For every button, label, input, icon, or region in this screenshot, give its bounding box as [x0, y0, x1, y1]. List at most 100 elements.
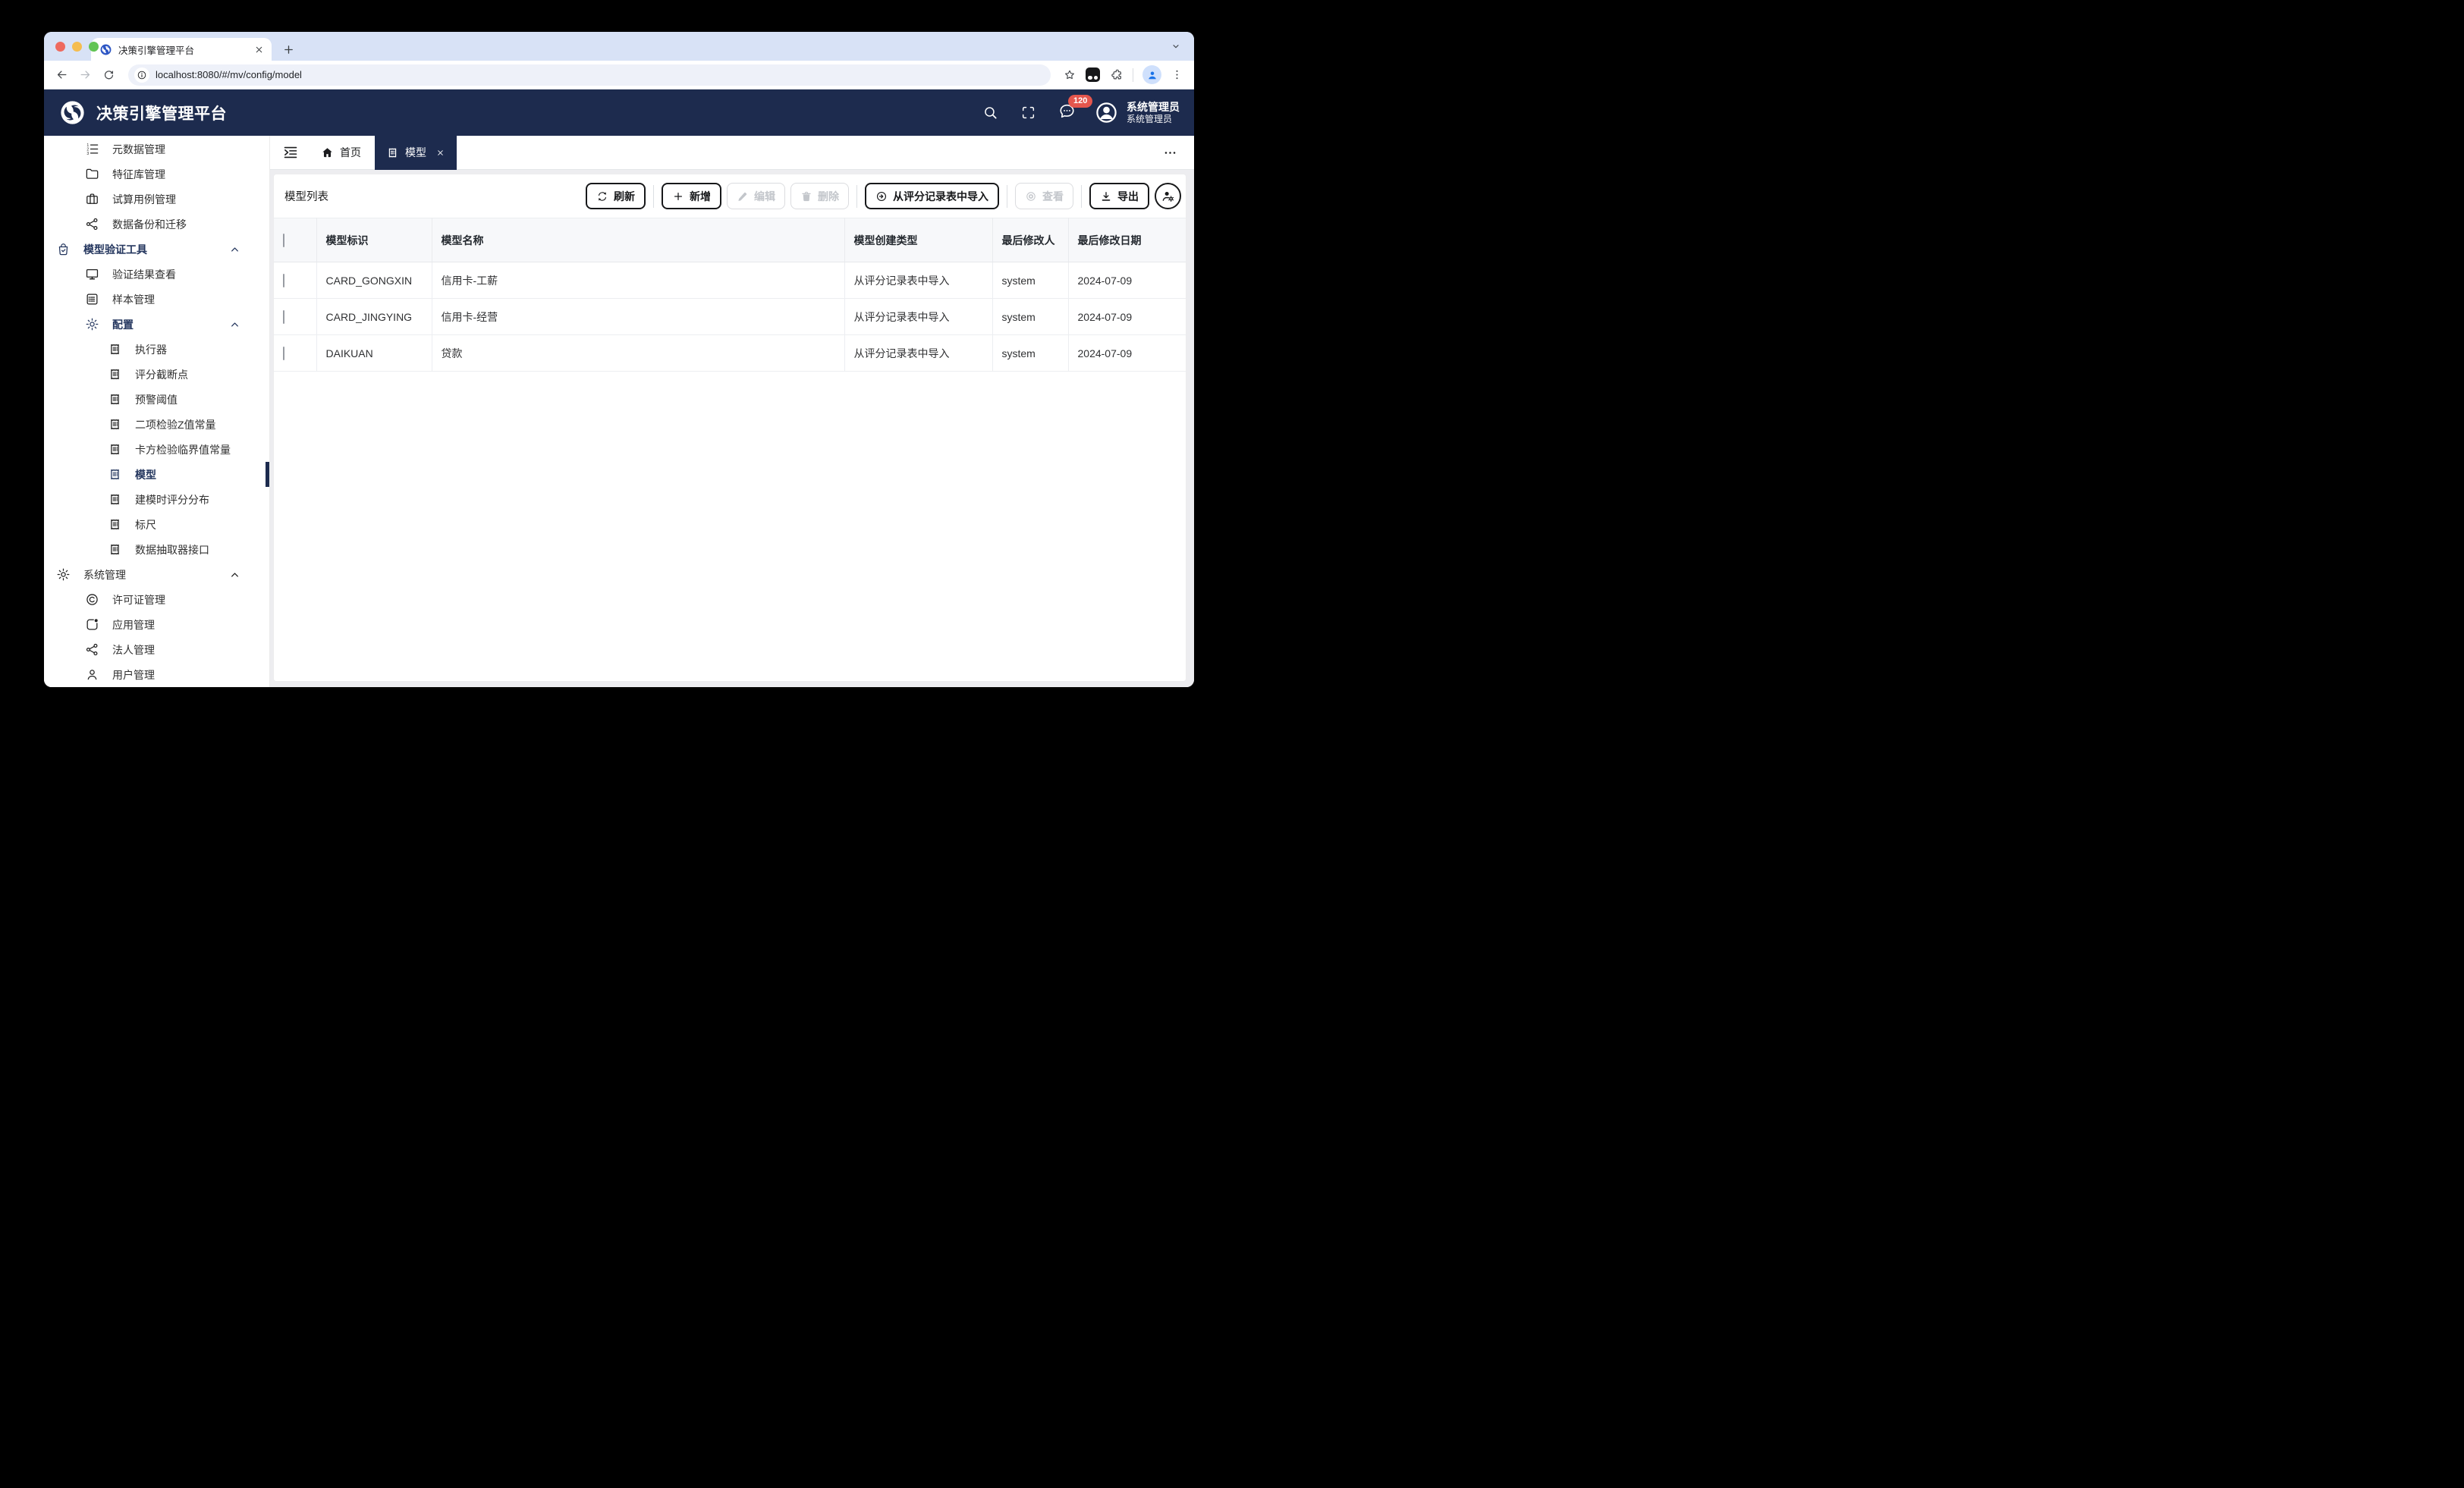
receipt-icon — [108, 442, 122, 457]
new-tab-button[interactable] — [279, 40, 297, 58]
folder-icon — [85, 167, 99, 181]
app-title: 决策引擎管理平台 — [96, 105, 227, 123]
receipt-icon — [108, 517, 122, 532]
browser-profile-avatar[interactable] — [1142, 65, 1161, 84]
sidebar-item-ruler[interactable]: 标尺 — [44, 512, 269, 537]
sidebar-item-executor[interactable]: 执行器 — [44, 337, 269, 362]
browser-tab[interactable]: 决策引擎管理平台 — [91, 38, 272, 61]
add-button[interactable]: 新增 — [662, 183, 721, 209]
close-window-button[interactable] — [55, 42, 65, 52]
sidebar-item-score-cutoff[interactable]: 评分截断点 — [44, 362, 269, 387]
sidebar-item-feature-library-management[interactable]: 特征库管理 — [44, 162, 269, 187]
tab-home-label: 首页 — [340, 146, 361, 159]
tab-search-chevron-icon[interactable] — [1170, 40, 1182, 52]
delete-button[interactable]: 删除 — [790, 183, 849, 209]
sidebar-item-license-management[interactable]: 许可证管理 — [44, 587, 269, 612]
close-tab-icon[interactable] — [435, 148, 445, 158]
page-title: 模型列表 — [284, 191, 328, 203]
sidebar-item-legal-entity-management[interactable]: 法人管理 — [44, 637, 269, 662]
table-row[interactable]: DAIKUAN 贷款 从评分记录表中导入 system 2024-07-09 — [274, 334, 1186, 372]
app-header: 决策引擎管理平台 120 系统管理员 系统管理员 — [44, 89, 1194, 136]
sidebar-item-user-management[interactable]: 用户管理 — [44, 662, 269, 687]
view-icon — [1025, 190, 1037, 202]
back-button[interactable] — [52, 64, 72, 85]
address-bar[interactable]: localhost:8080/#/mv/config/model — [128, 64, 1051, 86]
row-checkbox[interactable] — [283, 309, 284, 324]
sidebar-item-metadata-management[interactable]: 1 2 3 元数据管理 — [44, 137, 269, 162]
list-header: 模型列表 刷新 新增 编辑 删除 从评分记录表中导入 查看 导出 — [274, 174, 1186, 218]
app-icon — [85, 617, 99, 632]
row-checkbox[interactable] — [283, 273, 284, 287]
tab-home[interactable]: 首页 — [321, 145, 361, 160]
select-all-checkbox[interactable] — [283, 233, 284, 247]
reload-icon — [102, 68, 115, 81]
table-cell: system — [992, 262, 1069, 299]
column-settings-button[interactable] — [1155, 183, 1181, 209]
user-menu[interactable]: 系统管理员 系统管理员 — [1094, 100, 1180, 126]
sidebar-item-data-extractor-interface[interactable]: 数据抽取器接口 — [44, 537, 269, 562]
tab-options-ellipsis-icon[interactable] — [1163, 146, 1177, 160]
forward-button[interactable] — [75, 64, 96, 85]
sidebar-item-config[interactable]: 配置 — [44, 312, 269, 337]
checkbox-cell — [274, 262, 317, 299]
export-button[interactable]: 导出 — [1089, 183, 1149, 209]
tab-close-icon[interactable] — [253, 44, 265, 55]
table-cell: 信用卡-经营 — [432, 298, 845, 335]
chevron-up-icon[interactable] — [228, 242, 242, 256]
reload-button[interactable] — [99, 64, 119, 85]
sidebar-item-system-management[interactable]: 系统管理 — [44, 562, 269, 587]
chevron-up-icon[interactable] — [228, 567, 242, 582]
sidebar-item-label: 验证结果查看 — [112, 268, 176, 281]
url-text[interactable]: localhost:8080/#/mv/config/model — [156, 69, 302, 80]
sidebar-item-binomial-z-constant[interactable]: 二项检验Z值常量 — [44, 412, 269, 437]
extensions-puzzle-icon[interactable] — [1109, 67, 1124, 82]
row-checkbox[interactable] — [283, 346, 284, 360]
sidebar-item-label: 模型验证工具 — [83, 243, 147, 256]
pencil-icon — [737, 190, 749, 202]
table-row[interactable]: CARD_GONGXIN 信用卡-工薪 从评分记录表中导入 system 2024-07… — [274, 262, 1186, 299]
svg-text:3: 3 — [86, 152, 89, 156]
refresh-icon — [596, 190, 608, 202]
sidebar-item-chi-square-critical-constant[interactable]: 卡方检验临界值常量 — [44, 437, 269, 462]
button-group-divider — [653, 184, 654, 208]
plus-icon — [282, 43, 295, 56]
model-table: 模型标识 模型名称 模型创建类型 最后修改人 最后修改日期 CARD_GONGXIN 信用… — [274, 218, 1186, 372]
extension-shortcut-icon[interactable] — [1086, 67, 1100, 82]
bookmark-star-icon[interactable] — [1063, 68, 1076, 82]
sidebar-item-model-validation-tools[interactable]: 模型验证工具 — [44, 237, 269, 262]
ordered-list-icon: 123 — [85, 142, 99, 156]
maximize-window-button[interactable] — [89, 42, 99, 52]
import-from-score-records-button[interactable]: 从评分记录表中导入 — [865, 183, 999, 209]
tab-model-active[interactable]: 模型 — [375, 135, 457, 170]
checkbox-cell — [274, 298, 317, 335]
sidebar-item-label: 配置 — [112, 318, 134, 331]
sidebar-item-modeling-score-distribution[interactable]: 建模时评分分布 — [44, 487, 269, 512]
edit-button[interactable]: 编辑 — [727, 183, 785, 209]
site-info-button[interactable] — [134, 67, 149, 83]
sidebar-item-label: 二项检验Z值常量 — [135, 418, 216, 431]
column-header: 模型创建类型 — [844, 218, 993, 262]
sidebar-item-label: 样本管理 — [112, 293, 155, 306]
sidebar-item-validation-result-view[interactable]: 验证结果查看 — [44, 262, 269, 287]
browser-menu-icon[interactable] — [1171, 68, 1183, 81]
view-button[interactable]: 查看 — [1015, 183, 1073, 209]
tab-model-label: 模型 — [405, 146, 426, 159]
sidebar-item-trial-case-management[interactable]: 试算用例管理 — [44, 187, 269, 212]
user-role: 系统管理员 — [1127, 113, 1173, 124]
refresh-button[interactable]: 刷新 — [586, 183, 646, 209]
table-row[interactable]: CARD_JINGYING 信用卡-经营 从评分记录表中导入 system 2024-0… — [274, 298, 1186, 335]
search-icon[interactable] — [982, 105, 998, 121]
sidebar-item-sample-management[interactable]: 样本管理 — [44, 287, 269, 312]
collapse-sidebar-icon[interactable] — [282, 144, 299, 161]
sidebar-item-warning-threshold[interactable]: 预警阈值 — [44, 387, 269, 412]
back-arrow-icon — [55, 68, 68, 81]
fullscreen-icon[interactable] — [1020, 105, 1036, 121]
model-table-wrap: 模型标识 模型名称 模型创建类型 最后修改人 最后修改日期 CARD_GONGXIN 信用… — [274, 218, 1186, 372]
chevron-up-icon[interactable] — [228, 317, 242, 331]
sidebar-item-model[interactable]: 模型 — [44, 462, 269, 487]
sidebar-item-data-backup-migration[interactable]: 数据备份和迁移 — [44, 212, 269, 237]
column-header: 模型标识 — [316, 218, 432, 262]
sidebar-item-app-management[interactable]: 应用管理 — [44, 612, 269, 637]
minimize-window-button[interactable] — [72, 42, 82, 52]
messages-button[interactable]: 120 — [1058, 94, 1093, 124]
